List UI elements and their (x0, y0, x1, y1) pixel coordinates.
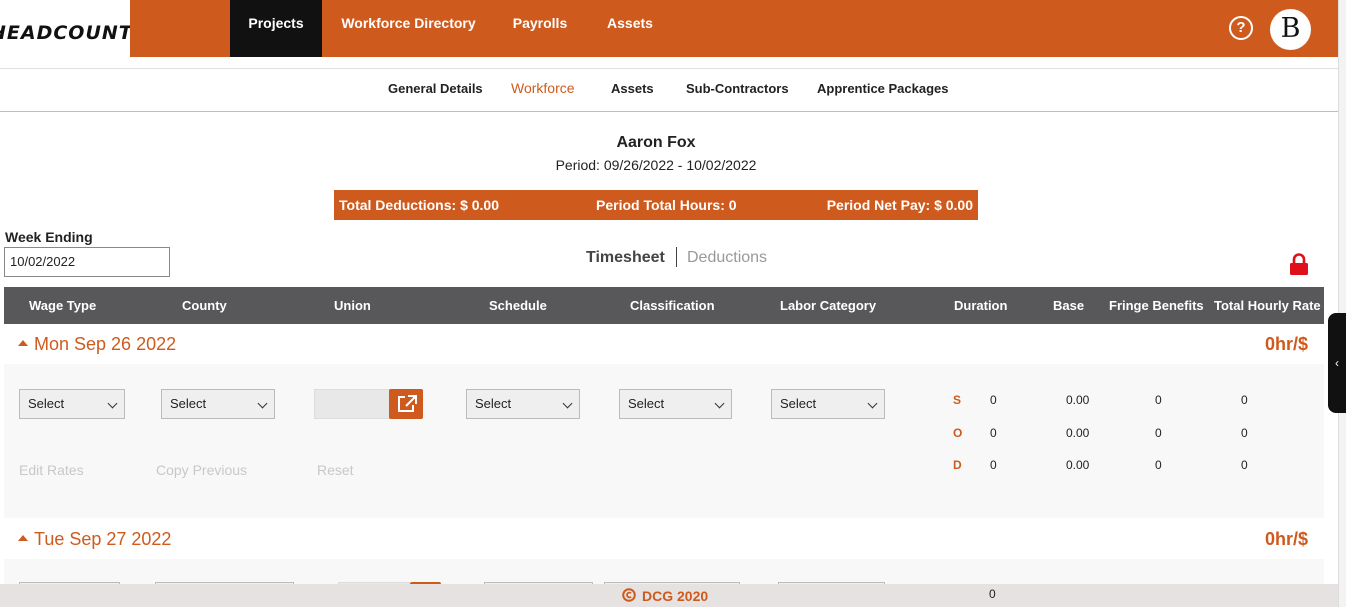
col-duration: Duration (954, 298, 1008, 313)
schedule-select[interactable]: Select (466, 389, 580, 419)
county-select[interactable]: Select (161, 389, 275, 419)
subnav-assets[interactable]: Assets (611, 81, 654, 96)
chevron-down-icon (257, 398, 268, 409)
app-logo[interactable]: HEADCOUNT (0, 0, 130, 57)
window-right-edge (1338, 0, 1346, 607)
classification-select[interactable]: Select (619, 389, 732, 419)
straight-duration[interactable]: 0 (990, 393, 997, 407)
logo-text: HEADCOUNT (0, 22, 130, 44)
chevron-down-icon (107, 398, 118, 409)
footer: DCG 2020 0 (0, 584, 1338, 607)
day-title-text: Tue Sep 27 2022 (34, 529, 172, 549)
day-header-tue[interactable]: Tue Sep 27 2022 0hr/$ (4, 519, 1324, 559)
wage-type-select[interactable]: Select (19, 389, 125, 419)
tue-duration-partial: 0 (989, 587, 996, 601)
labor-category-select[interactable]: Select (771, 389, 885, 419)
nav-workforce-directory[interactable]: Workforce Directory (330, 0, 487, 57)
day-rate: 0hr/$ (1264, 334, 1308, 354)
overtime-fringe: 0 (1155, 426, 1162, 440)
week-ending-label: Week Ending (5, 229, 93, 245)
copyright-icon (622, 588, 636, 602)
chevron-left-icon: ‹ (1335, 356, 1339, 370)
subnav-general-details[interactable]: General Details (388, 81, 483, 96)
total-deductions: Total Deductions: $ 0.00 (339, 197, 499, 213)
overtime-base: 0.00 (1066, 426, 1090, 440)
day-body-tue (4, 559, 1324, 590)
chevron-down-icon (562, 398, 573, 409)
straight-base: 0.00 (1066, 393, 1090, 407)
help-icon[interactable]: ? (1229, 16, 1253, 40)
select-value: Select (28, 396, 65, 411)
overtime-label: O (953, 426, 963, 440)
subnav-workforce[interactable]: Workforce (511, 80, 575, 96)
col-base: Base (1053, 298, 1085, 313)
day-title-text: Mon Sep 26 2022 (34, 334, 177, 354)
lock-icon[interactable] (1289, 253, 1309, 275)
timesheet-table-header: Wage Type County Union Schedule Classifi… (4, 287, 1324, 324)
col-county: County (182, 298, 227, 313)
day-rate: 0hr/$ (1264, 529, 1308, 549)
col-schedule: Schedule (489, 298, 547, 313)
employee-period: Period: 09/26/2022 - 10/02/2022 (555, 157, 757, 173)
period-net-pay: Period Net Pay: $ 0.00 (826, 197, 973, 213)
project-subnav: General Details Workforce Assets Sub-Con… (0, 68, 1338, 112)
union-open-button[interactable] (389, 389, 423, 419)
overtime-duration[interactable]: 0 (990, 426, 997, 440)
doubletime-duration[interactable]: 0 (990, 458, 997, 472)
doubletime-base: 0.00 (1066, 458, 1090, 472)
tab-divider (676, 247, 677, 267)
reset-link[interactable]: Reset (317, 462, 354, 478)
side-panel-handle[interactable]: ‹ (1328, 313, 1346, 413)
nav-payrolls[interactable]: Payrolls (500, 0, 580, 57)
user-avatar[interactable]: B (1270, 9, 1311, 50)
doubletime-total: 0 (1241, 458, 1248, 472)
subnav-apprentice-packages[interactable]: Apprentice Packages (817, 81, 949, 96)
select-value: Select (475, 396, 512, 411)
straight-fringe: 0 (1155, 393, 1162, 407)
tab-timesheet[interactable]: Timesheet (586, 249, 665, 267)
chevron-down-icon (714, 398, 725, 409)
nav-projects[interactable]: Projects (230, 0, 322, 57)
overtime-total: 0 (1241, 426, 1248, 440)
day-title[interactable]: Mon Sep 26 2022 (18, 334, 176, 355)
col-classification: Classification (630, 298, 715, 313)
col-fringe-benefits: Fringe Benefits (1109, 298, 1204, 313)
doubletime-fringe: 0 (1155, 458, 1162, 472)
top-nav-bar: HEADCOUNT Projects Workforce Directory P… (0, 0, 1338, 57)
edit-rates-link[interactable]: Edit Rates (19, 462, 84, 478)
select-value: Select (170, 396, 207, 411)
doubletime-label: D (953, 458, 962, 472)
col-labor-category: Labor Category (780, 298, 877, 313)
select-value: Select (628, 396, 665, 411)
caret-up-icon (18, 535, 28, 541)
day-title[interactable]: Tue Sep 27 2022 (18, 529, 171, 550)
caret-up-icon (18, 340, 28, 346)
employee-name: Aaron Fox (616, 134, 696, 151)
chevron-down-icon (867, 398, 878, 409)
nav-assets[interactable]: Assets (596, 0, 664, 57)
straight-time-label: S (953, 393, 962, 407)
union-field[interactable] (314, 389, 390, 419)
period-total-hours: Period Total Hours: 0 (596, 197, 737, 213)
col-total-hourly-rate: Total Hourly Rate (1214, 298, 1321, 313)
select-value: Select (780, 396, 817, 411)
external-link-icon (398, 395, 417, 412)
col-union: Union (334, 298, 371, 313)
day-body-mon: Select Select Select Select Select Edit … (4, 364, 1324, 518)
col-wage-type: Wage Type (29, 298, 97, 313)
straight-total: 0 (1241, 393, 1248, 407)
copy-previous-link[interactable]: Copy Previous (156, 462, 247, 478)
payroll-summary-bar: Total Deductions: $ 0.00 Period Total Ho… (334, 190, 978, 220)
day-header-mon[interactable]: Mon Sep 26 2022 0hr/$ (4, 324, 1324, 364)
subnav-sub-contractors[interactable]: Sub-Contractors (686, 81, 789, 96)
week-ending-input[interactable]: 10/02/2022 (4, 247, 170, 277)
tab-deductions[interactable]: Deductions (687, 249, 767, 267)
footer-copyright: DCG 2020 (642, 588, 709, 604)
